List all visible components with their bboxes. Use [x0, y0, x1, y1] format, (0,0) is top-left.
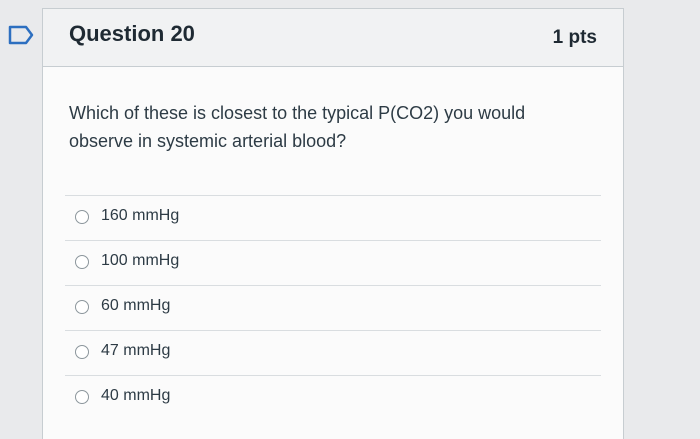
bookmark-flag-icon[interactable]	[8, 25, 34, 45]
question-title: Question 20	[69, 21, 195, 46]
answer-label[interactable]: 60 mmHg	[101, 297, 170, 315]
answer-option[interactable]: 40 mmHg	[65, 375, 601, 420]
answer-label[interactable]: 160 mmHg	[101, 207, 179, 225]
radio-button[interactable]	[75, 390, 89, 404]
answer-label[interactable]: 47 mmHg	[101, 342, 170, 360]
radio-button[interactable]	[75, 255, 89, 269]
answer-label[interactable]: 40 mmHg	[101, 387, 170, 405]
radio-button[interactable]	[75, 210, 89, 224]
question-card: Question 20 1 pts Which of these is clos…	[42, 8, 624, 439]
answer-label[interactable]: 100 mmHg	[101, 252, 179, 270]
radio-button[interactable]	[75, 300, 89, 314]
question-text: Which of these is closest to the typical…	[69, 103, 526, 151]
answer-option[interactable]: 60 mmHg	[65, 285, 601, 330]
answer-option[interactable]: 100 mmHg	[65, 240, 601, 285]
answer-list: 160 mmHg 100 mmHg 60 mmHg 47 mmHg 40 mmH…	[65, 195, 601, 420]
answer-option[interactable]: 47 mmHg	[65, 330, 601, 375]
answer-option[interactable]: 160 mmHg	[65, 195, 601, 240]
radio-button[interactable]	[75, 345, 89, 359]
question-header: Question 20 1 pts	[43, 9, 623, 67]
question-points: 1 pts	[552, 27, 597, 48]
